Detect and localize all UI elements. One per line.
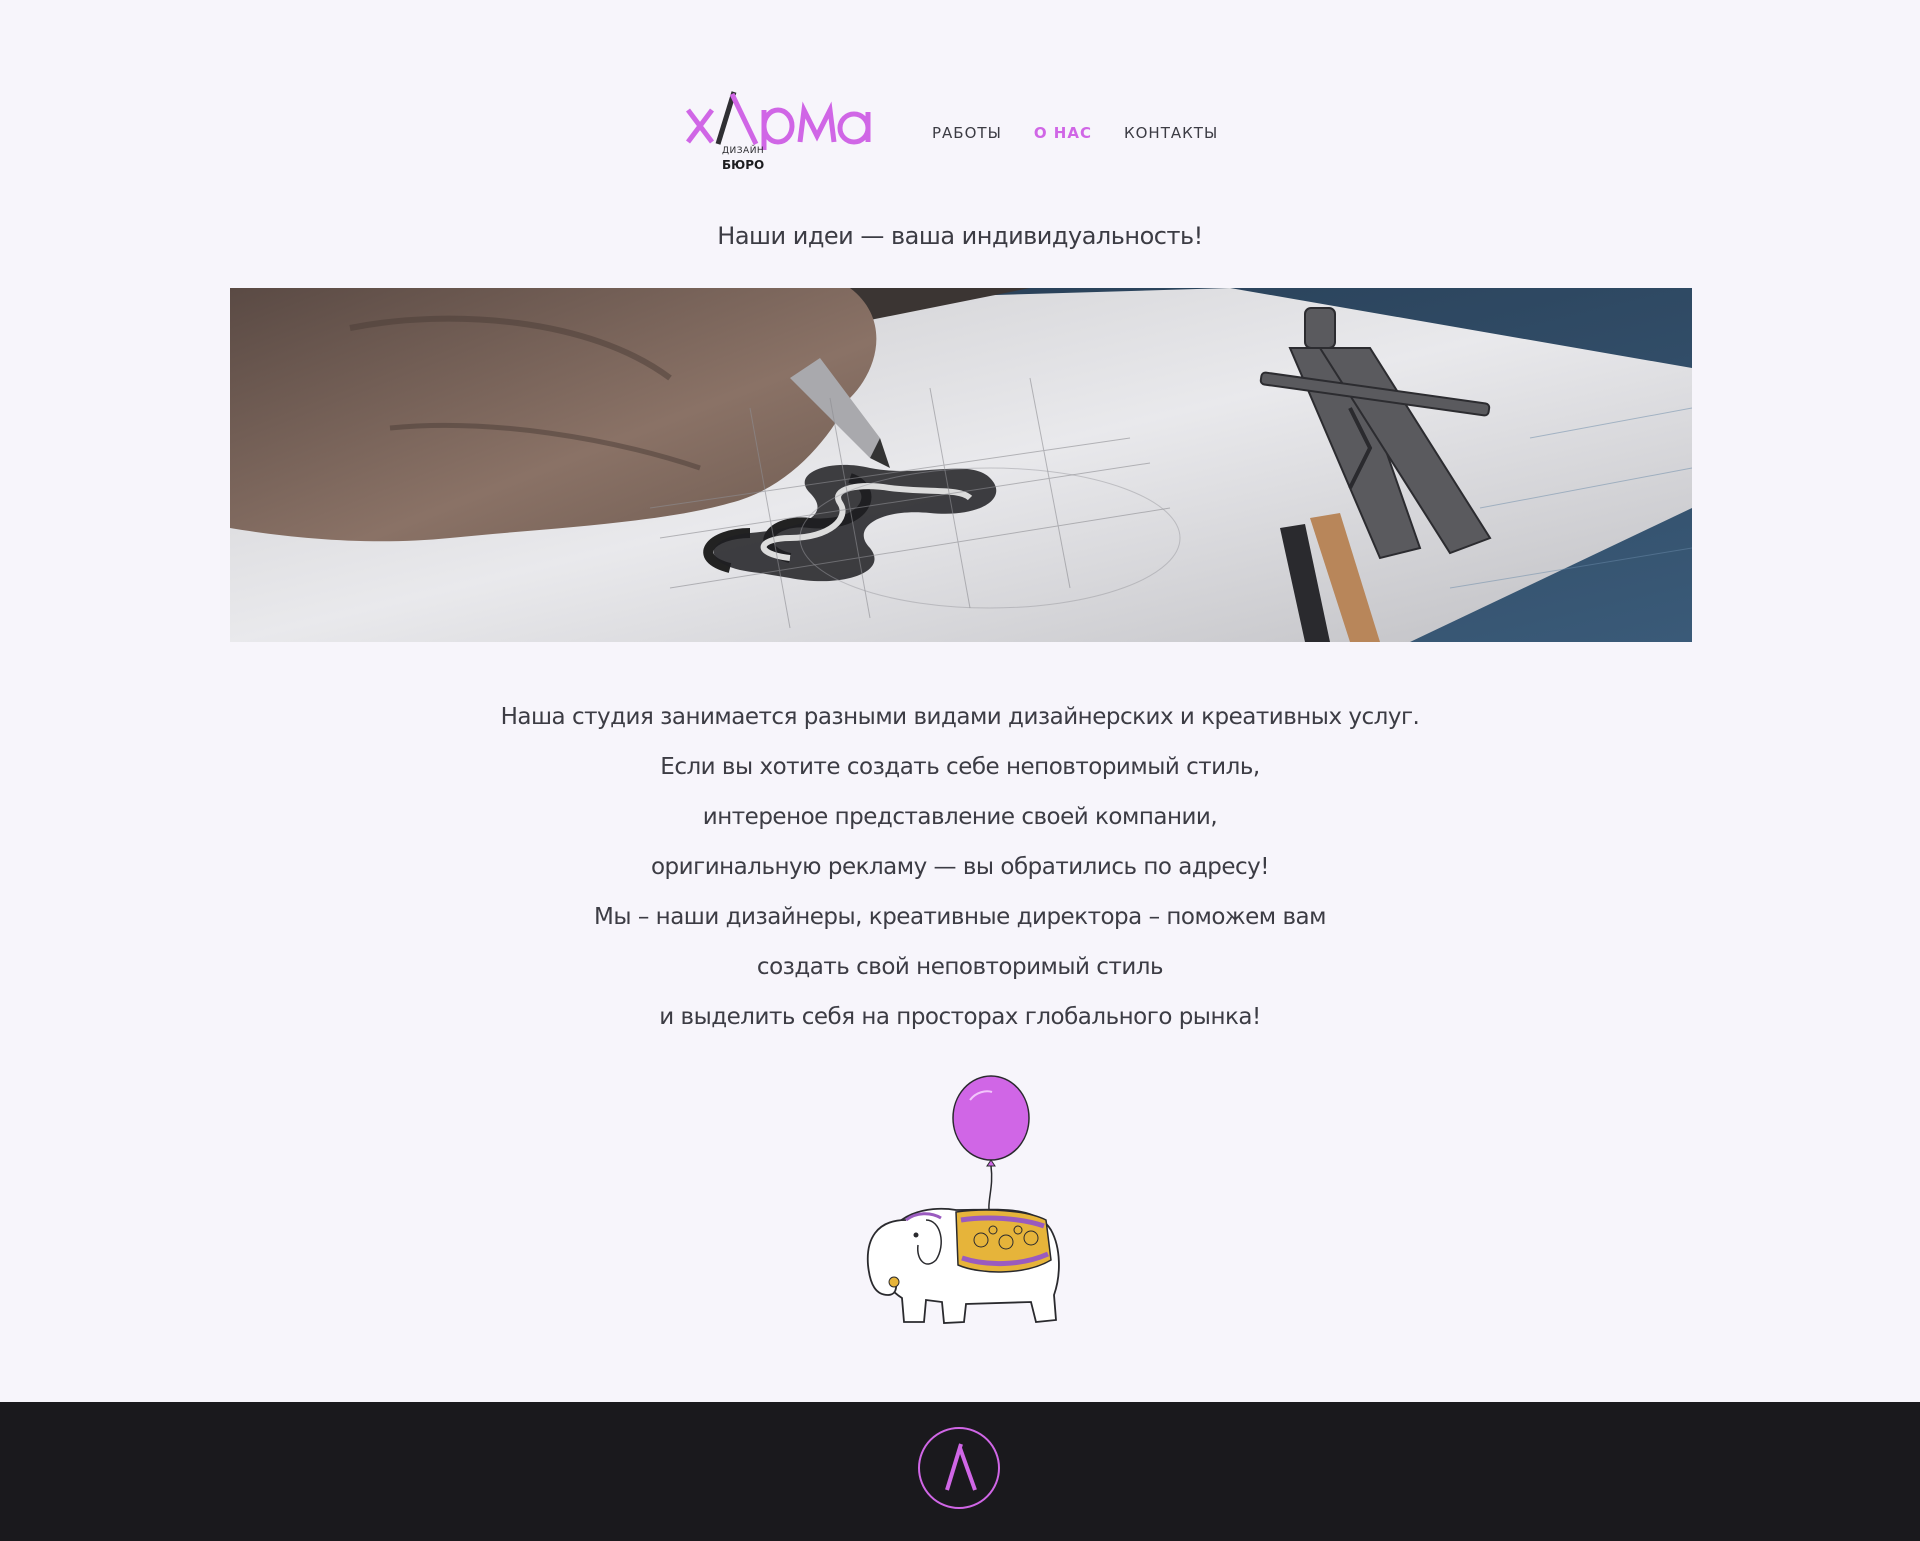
elephant-with-balloon-icon <box>866 1075 1060 1324</box>
page-tagline: Наши идеи — ваша индивидуальность! <box>717 222 1203 250</box>
about-line: и выделить себя на просторах глобального… <box>659 1004 1261 1030</box>
header: ДИЗАЙН БЮРО РАБОТЫ О НАС КОНТАКТЫ <box>686 88 1218 178</box>
about-line: оригинальную рекламу — вы обратились по … <box>650 854 1270 880</box>
lambda-logo-icon[interactable] <box>917 1426 1001 1510</box>
about-page: ДИЗАЙН БЮРО РАБОТЫ О НАС КОНТАКТЫ Наши и… <box>0 0 1920 1541</box>
about-line: интереное представление своей компании, <box>702 804 1218 830</box>
nav-item-contacts[interactable]: КОНТАКТЫ <box>1124 124 1218 142</box>
logo-wordmark-icon <box>686 91 871 150</box>
hero-image <box>230 288 1692 642</box>
logo-subtitle-top: ДИЗАЙН <box>722 146 765 156</box>
about-line: Мы – наши дизайнеры, креативные директор… <box>594 904 1326 930</box>
hand-drawing-logo-photo <box>230 288 1692 642</box>
main-nav: РАБОТЫ О НАС КОНТАКТЫ <box>932 124 1218 142</box>
site-logo[interactable]: ДИЗАЙН БЮРО <box>686 88 902 178</box>
logo-subtitle-bottom: БЮРО <box>722 158 765 172</box>
about-line: Если вы хотите создать себе неповторимый… <box>660 754 1260 780</box>
footer <box>0 1402 1920 1541</box>
nav-item-about[interactable]: О НАС <box>1034 124 1092 142</box>
nav-item-works[interactable]: РАБОТЫ <box>932 124 1002 142</box>
about-text: Наша студия занимается разными видами ди… <box>0 692 1920 1042</box>
about-line: создать свой неповторимый стиль <box>756 954 1164 980</box>
about-line: Наша студия занимается разными видами ди… <box>500 704 1420 730</box>
